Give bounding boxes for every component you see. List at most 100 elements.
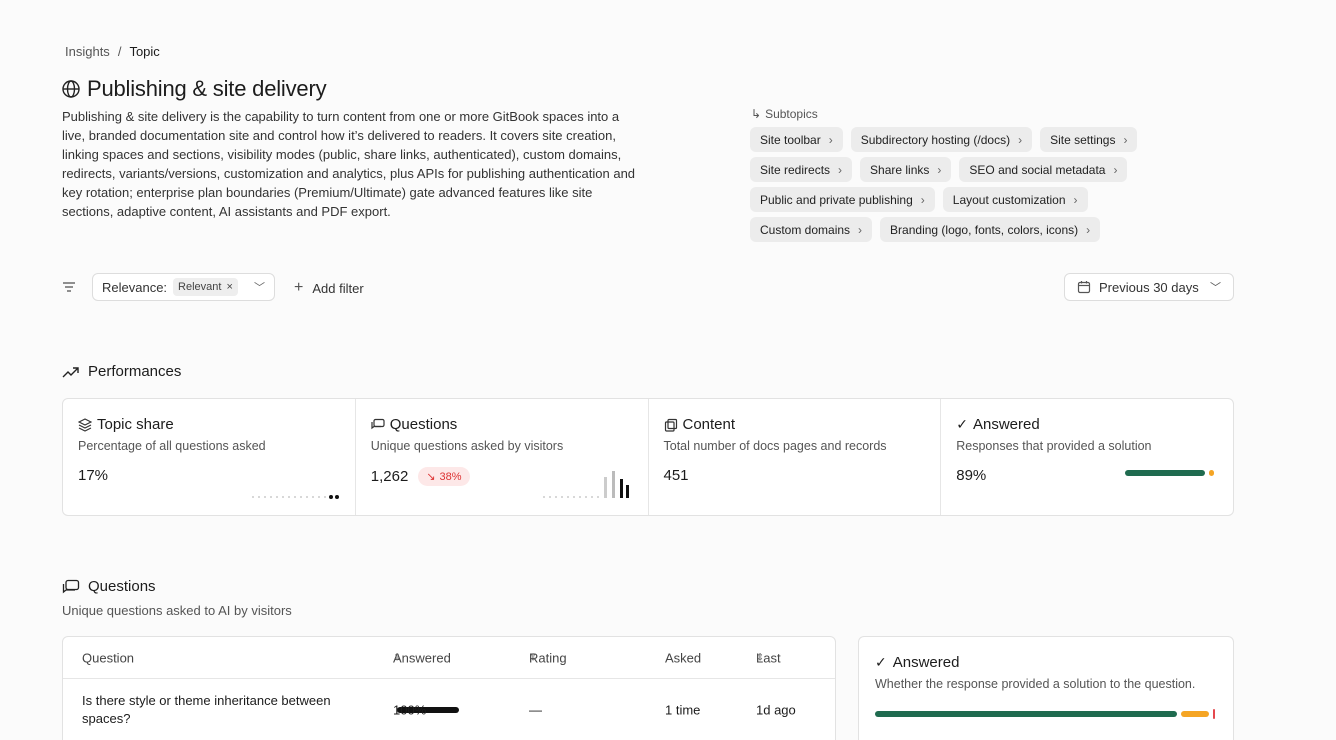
relevance-tag-label: Relevant xyxy=(178,281,222,293)
chip-label: Custom domains xyxy=(760,222,851,237)
question-text: Is there style or theme inheritance betw… xyxy=(82,693,331,726)
questions-table: Question Answered ⇕ Rating ⇕ Asked Last ⇕ I… xyxy=(62,636,836,740)
add-filter-label: Add filter xyxy=(312,280,364,296)
relevance-filter-label: Relevance: xyxy=(102,279,168,295)
column-label: Question xyxy=(82,650,135,665)
chip-label: Share links xyxy=(870,162,930,177)
metric-topic-share: Topic share Percentage of all questions … xyxy=(63,399,356,515)
subtopic-chip[interactable]: Layout customization › xyxy=(942,187,1088,212)
metric-answered: ✓ Answered Responses that provided a solu… xyxy=(941,399,1233,515)
subtopic-chip[interactable]: Site toolbar › xyxy=(750,127,843,152)
subtopic-chip[interactable]: SEO and social metadata › xyxy=(959,157,1128,182)
last-value: 1d ago xyxy=(756,702,796,718)
subtopic-chip[interactable]: Branding (logo, fonts, colors, icons) › xyxy=(880,217,1101,242)
trending-down-icon: ↘ xyxy=(426,471,436,483)
delta-value: 38% xyxy=(439,470,462,483)
layers-icon xyxy=(78,417,92,432)
asked-value: 1 time xyxy=(665,702,701,718)
subtopics-label-text: Subtopics xyxy=(765,107,818,121)
chevron-right-icon: › xyxy=(828,132,833,147)
filter-icon[interactable] xyxy=(61,279,77,295)
metric-subtitle: Responses that provided a solution xyxy=(956,439,1152,453)
subtopic-chip[interactable]: Share links › xyxy=(860,157,952,182)
chip-label: Layout customization xyxy=(952,192,1066,207)
bar-segment-yes xyxy=(875,711,1177,717)
table-header: Question Answered ⇕ Rating ⇕ Asked Last ⇕ xyxy=(63,637,835,679)
subtopic-chip[interactable]: Site settings › xyxy=(1040,127,1138,152)
sort-icon: ⇕ xyxy=(756,652,765,663)
breadcrumb: Insights / Topic xyxy=(65,44,160,59)
chevron-down-icon: ﹀ xyxy=(254,282,265,294)
metric-subtitle: Total number of docs pages and records xyxy=(663,439,887,453)
answered-bar-success xyxy=(1125,470,1206,476)
chip-label: Public and private publishing xyxy=(760,192,913,207)
relevance-filter[interactable]: Relevance: Relevant × ﹀ xyxy=(92,273,275,301)
subtopic-chip[interactable]: Site redirects › xyxy=(750,157,853,182)
chat-icon xyxy=(371,418,385,429)
subtopic-chip-row: Public and private publishing › Layout cu… xyxy=(750,187,1088,212)
metric-value: 1,262 xyxy=(370,468,409,485)
answered-panel-title: Answered xyxy=(892,654,960,671)
chevron-right-icon: › xyxy=(1018,132,1023,147)
questions-heading: Questions xyxy=(62,578,156,595)
sparkline xyxy=(252,495,339,499)
answered-panel-subtitle: Whether the response provided a solution… xyxy=(875,677,1196,691)
subtopic-chip[interactable]: Custom domains › xyxy=(750,217,873,242)
chevron-right-icon: › xyxy=(1073,192,1078,207)
subtopic-chip-row: Custom domains › Branding (logo, fonts, c… xyxy=(750,217,1101,242)
metric-subtitle: Unique questions asked by visitors xyxy=(370,439,564,453)
subtopic-chip[interactable]: Public and private publishing › xyxy=(750,187,935,212)
sort-icon: ⇕ xyxy=(529,652,538,663)
answered-panel: ✓ Answered Whether the response provided … xyxy=(858,636,1234,740)
date-range-label: Previous 30 days xyxy=(1099,279,1199,295)
chevron-right-icon: › xyxy=(858,222,863,237)
plus-icon: + xyxy=(294,279,304,296)
metric-title: Questions xyxy=(389,416,458,433)
relevance-tag: Relevant × xyxy=(173,278,238,296)
add-filter-button[interactable]: + Add filter xyxy=(294,279,364,297)
chevron-right-icon: › xyxy=(1086,222,1091,237)
answered-cell: 100% xyxy=(393,703,459,718)
date-range-select[interactable]: Previous 30 days ﹀ xyxy=(1064,273,1234,301)
chip-label: Site redirects xyxy=(760,162,831,177)
chip-label: Branding (logo, fonts, colors, icons) xyxy=(890,222,1079,237)
chip-label: SEO and social metadata xyxy=(969,162,1106,177)
breadcrumb-current: Topic xyxy=(129,44,160,59)
delta-badge: ↘ 38% xyxy=(418,467,470,486)
subtopic-chip[interactable]: Subdirectory hosting (/docs) › xyxy=(850,127,1033,152)
trending-up-icon xyxy=(62,366,79,377)
check-icon: ✓ xyxy=(875,654,887,670)
breadcrumb-insights-link[interactable]: Insights xyxy=(65,44,110,59)
table-row[interactable]: Is there style or theme inheritance betw… xyxy=(63,679,835,740)
performance-metrics: Topic share Percentage of all questions … xyxy=(62,398,1234,516)
sort-icon: ⇕ xyxy=(393,652,402,663)
chip-label: Subdirectory hosting (/docs) xyxy=(860,132,1011,147)
chevron-right-icon: › xyxy=(1113,162,1118,177)
metric-value: 89% xyxy=(956,467,987,484)
column-label: Asked xyxy=(665,650,702,665)
metric-content: Content Total number of docs pages and r… xyxy=(649,399,942,515)
metric-questions: Questions Unique questions asked by visi… xyxy=(356,399,649,515)
chat-icon xyxy=(62,579,80,593)
chip-label: Site toolbar xyxy=(760,132,821,147)
breadcrumb-separator: / xyxy=(117,44,122,59)
metric-title: Answered xyxy=(972,416,1040,433)
page-description: Publishing & site delivery is the capabi… xyxy=(62,109,636,219)
bar-segment-no xyxy=(1213,709,1215,719)
copy-icon xyxy=(664,418,677,432)
metric-title: Topic share xyxy=(97,416,174,433)
subtopic-chip-row: Site toolbar › Subdirectory hosting (/doc… xyxy=(750,127,1138,152)
chevron-right-icon: › xyxy=(838,162,843,177)
chevron-right-icon: › xyxy=(920,192,925,207)
globe-icon xyxy=(62,80,80,98)
metric-title: Content xyxy=(682,416,736,433)
subtopic-chip-row: Site redirects › Share links › SEO and soc… xyxy=(750,157,1128,182)
performances-title: Performances xyxy=(88,363,182,380)
return-arrow-icon: ↳ xyxy=(751,107,762,121)
performances-heading: Performances xyxy=(62,363,181,380)
close-icon[interactable]: × xyxy=(226,281,232,293)
chevron-right-icon: › xyxy=(937,162,942,177)
check-icon: ✓ xyxy=(956,416,968,432)
bar-segment-partial xyxy=(1181,711,1209,717)
answered-bar xyxy=(1125,470,1215,476)
